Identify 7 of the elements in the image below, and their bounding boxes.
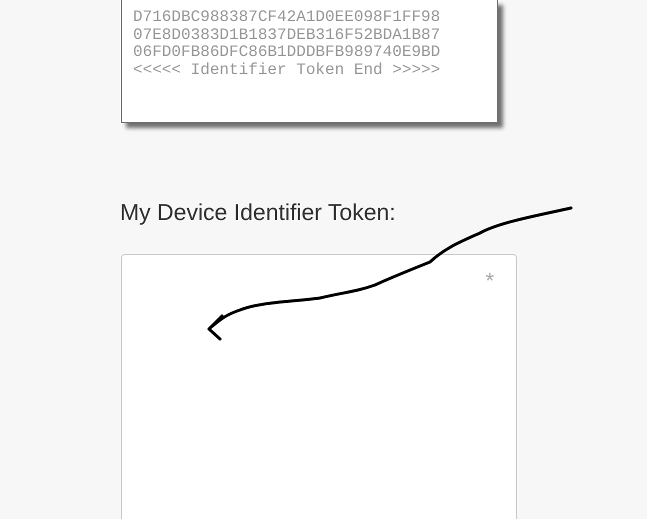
token-line: D716DBC988387CF42A1D0EE098F1FF98 <box>133 9 440 26</box>
token-line: 06FD0FB86DFC86B1DDDBFB989740E9BD <box>133 44 440 62</box>
token-end-marker: <<<<< Identifier Token End >>>>> <box>133 62 440 79</box>
field-label: My Device Identifier Token: <box>120 198 396 226</box>
token-input-field[interactable] <box>121 254 517 519</box>
token-line: 07E8D0383D1B1837DEB316F52BDA1B87 <box>133 26 440 44</box>
required-mark: * <box>485 270 494 292</box>
